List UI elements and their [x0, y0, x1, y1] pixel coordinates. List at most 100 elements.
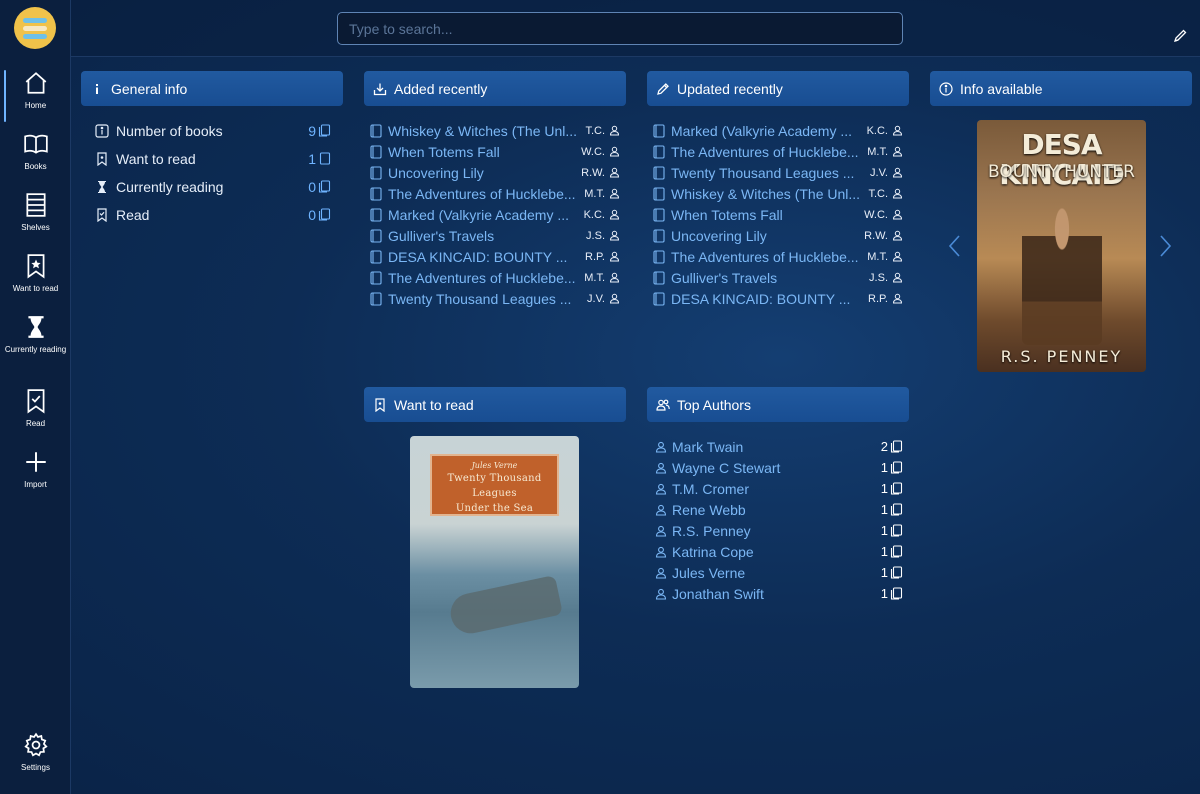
author-list-item[interactable]: Rene Webb 1 — [655, 499, 903, 520]
book-title[interactable]: Gulliver's Travels — [671, 270, 866, 286]
book-title[interactable]: The Adventures of Hucklebe... — [671, 144, 864, 160]
book-list-item[interactable]: The Adventures of Hucklebe... M.T. — [370, 183, 620, 204]
nav-item-settings[interactable]: Settings — [0, 732, 71, 773]
carousel-prev-icon[interactable] — [947, 234, 961, 258]
author-name[interactable]: Mark Twain — [672, 439, 743, 455]
book-list-item[interactable]: DESA KINCAID: BOUNTY ... R.P. — [653, 288, 903, 309]
book-list-item[interactable]: When Totems Fall W.C. — [653, 204, 903, 225]
book-title[interactable]: Marked (Valkyrie Academy ... — [671, 123, 864, 139]
book-title[interactable]: Uncovering Lily — [671, 228, 861, 244]
nav-item-want-to-read[interactable]: Want to read — [0, 253, 71, 294]
author-list-item[interactable]: Mark Twain 2 — [655, 436, 903, 457]
stat-want-to-read[interactable]: Want to read 1 — [95, 148, 331, 169]
user-icon — [609, 209, 620, 220]
author-initials[interactable]: J.V. — [870, 167, 903, 179]
nav-item-read[interactable]: Read — [0, 388, 71, 429]
stat-read[interactable]: Read 0 — [95, 204, 331, 225]
author-initials[interactable]: M.T. — [584, 188, 620, 200]
books-stack-icon — [890, 440, 903, 453]
author-initials[interactable]: W.C. — [581, 146, 620, 158]
book-title[interactable]: DESA KINCAID: BOUNTY ... — [388, 249, 582, 265]
author-initials[interactable]: R.P. — [585, 251, 620, 263]
book-title[interactable]: Whiskey & Witches (The Unl... — [671, 186, 865, 202]
book-title[interactable]: Gulliver's Travels — [388, 228, 583, 244]
author-name[interactable]: T.M. Cromer — [672, 481, 749, 497]
book-list-item[interactable]: Marked (Valkyrie Academy ... K.C. — [653, 120, 903, 141]
author-initials[interactable]: M.T. — [584, 272, 620, 284]
books-stack-icon — [318, 124, 331, 137]
author-name[interactable]: Wayne C Stewart — [672, 460, 780, 476]
book-list-item[interactable]: Uncovering Lily R.W. — [653, 225, 903, 246]
carousel-next-icon[interactable] — [1159, 234, 1173, 258]
book-cover-info-available[interactable]: DESA KINCAID BOUNTY HUNTER R.S. PENNEY — [977, 120, 1146, 372]
book-icon — [370, 165, 382, 180]
book-list-item[interactable]: The Adventures of Hucklebe... M.T. — [653, 141, 903, 162]
stat-number-of-books[interactable]: Number of books 9 — [95, 120, 331, 141]
book-list-item[interactable]: Twenty Thousand Leagues ... J.V. — [653, 162, 903, 183]
user-icon — [609, 125, 620, 136]
book-list-item[interactable]: Whiskey & Witches (The Unl... T.C. — [653, 183, 903, 204]
book-list-item[interactable]: Gulliver's Travels J.S. — [653, 267, 903, 288]
book-title[interactable]: Twenty Thousand Leagues ... — [388, 291, 584, 307]
author-name[interactable]: Jules Verne — [672, 565, 745, 581]
author-initials[interactable]: J.S. — [869, 272, 903, 284]
author-initials[interactable]: K.C. — [867, 125, 903, 137]
book-title[interactable]: When Totems Fall — [388, 144, 578, 160]
book-list-item[interactable]: The Adventures of Hucklebe... M.T. — [653, 246, 903, 267]
author-list-item[interactable]: T.M. Cromer 1 — [655, 478, 903, 499]
book-title[interactable]: Whiskey & Witches (The Unl... — [388, 123, 582, 139]
search-input[interactable] — [337, 12, 903, 45]
book-icon — [653, 123, 665, 138]
nav-item-books[interactable]: Books — [0, 131, 71, 172]
book-title[interactable]: The Adventures of Hucklebe... — [671, 249, 864, 265]
author-name[interactable]: R.S. Penney — [672, 523, 751, 539]
author-initials[interactable]: W.C. — [864, 209, 903, 221]
book-list-item[interactable]: Uncovering Lily R.W. — [370, 162, 620, 183]
book-title[interactable]: Twenty Thousand Leagues ... — [671, 165, 867, 181]
author-list-item[interactable]: Jonathan Swift 1 — [655, 583, 903, 604]
nav-item-currently-reading[interactable]: Currently reading — [0, 314, 71, 355]
app-logo[interactable] — [14, 7, 56, 49]
book-list-item[interactable]: Gulliver's Travels J.S. — [370, 225, 620, 246]
book-list-item[interactable]: When Totems Fall W.C. — [370, 141, 620, 162]
book-title[interactable]: When Totems Fall — [671, 207, 861, 223]
book-title[interactable]: The Adventures of Hucklebe... — [388, 270, 581, 286]
nav-item-shelves[interactable]: Shelves — [0, 192, 71, 233]
nav-item-import[interactable]: Import — [0, 449, 71, 490]
author-count-text: 1 — [880, 460, 888, 475]
author-initials-text: J.V. — [870, 166, 888, 179]
book-icon — [370, 270, 382, 285]
book-title[interactable]: DESA KINCAID: BOUNTY ... — [671, 291, 865, 307]
author-initials[interactable]: T.C. — [868, 188, 903, 200]
author-initials[interactable]: R.W. — [581, 167, 620, 179]
book-title[interactable]: Uncovering Lily — [388, 165, 578, 181]
book-list-item[interactable]: Marked (Valkyrie Academy ... K.C. — [370, 204, 620, 225]
book-list-item[interactable]: Whiskey & Witches (The Unl... T.C. — [370, 120, 620, 141]
edit-pencil-icon[interactable] — [1172, 28, 1188, 44]
book-list-item[interactable]: DESA KINCAID: BOUNTY ... R.P. — [370, 246, 620, 267]
author-initials[interactable]: R.P. — [868, 293, 903, 305]
author-initials[interactable]: R.W. — [864, 230, 903, 242]
stat-currently-reading[interactable]: Currently reading 0 — [95, 176, 331, 197]
author-list-item[interactable]: Wayne C Stewart 1 — [655, 457, 903, 478]
book-cover-want-to-read[interactable]: Jules Verne Twenty Thousand Leagues Unde… — [410, 436, 579, 688]
author-list-item[interactable]: Jules Verne 1 — [655, 562, 903, 583]
author-initials[interactable]: J.V. — [587, 293, 620, 305]
author-name[interactable]: Katrina Cope — [672, 544, 754, 560]
author-list-item[interactable]: Katrina Cope 1 — [655, 541, 903, 562]
book-list-item[interactable]: Twenty Thousand Leagues ... J.V. — [370, 288, 620, 309]
author-initials[interactable]: T.C. — [585, 125, 620, 137]
author-name[interactable]: Jonathan Swift — [672, 586, 764, 602]
book-icon — [653, 165, 665, 180]
author-initials[interactable]: K.C. — [584, 209, 620, 221]
cover-figure — [1022, 200, 1102, 345]
book-list-item[interactable]: The Adventures of Hucklebe... M.T. — [370, 267, 620, 288]
author-initials[interactable]: J.S. — [586, 230, 620, 242]
author-list-item[interactable]: R.S. Penney 1 — [655, 520, 903, 541]
author-initials[interactable]: M.T. — [867, 146, 903, 158]
nav-item-home[interactable]: Home — [0, 70, 71, 122]
author-name[interactable]: Rene Webb — [672, 502, 746, 518]
author-initials[interactable]: M.T. — [867, 251, 903, 263]
book-title[interactable]: The Adventures of Hucklebe... — [388, 186, 581, 202]
book-title[interactable]: Marked (Valkyrie Academy ... — [388, 207, 581, 223]
